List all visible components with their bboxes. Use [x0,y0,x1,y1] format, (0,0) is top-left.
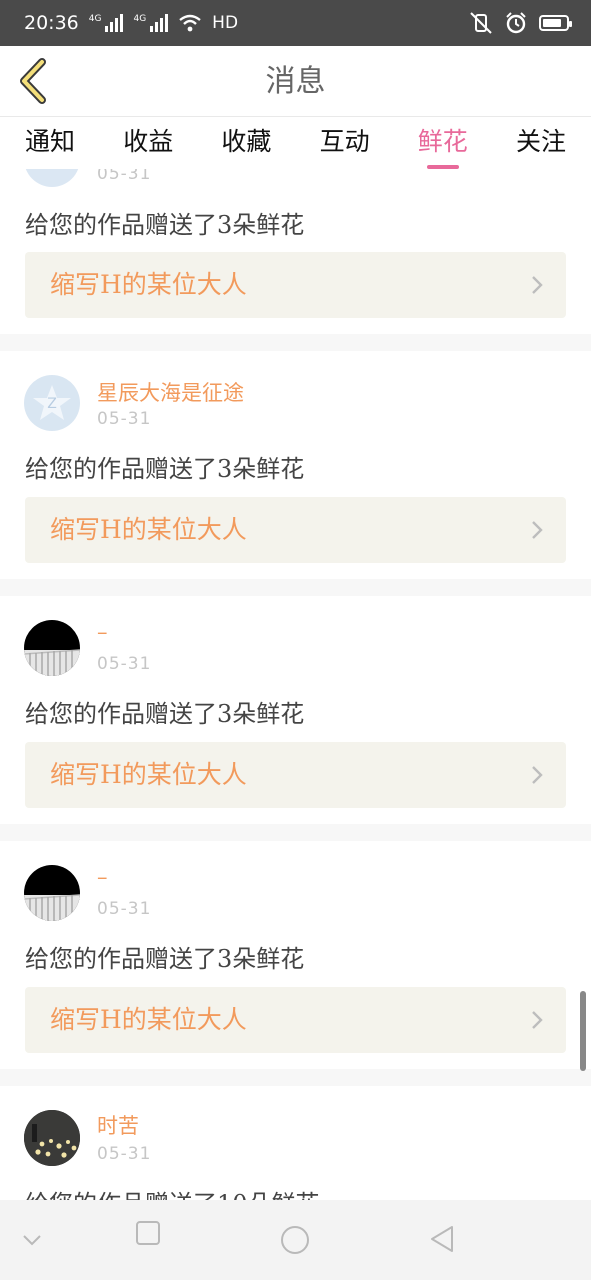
work-link[interactable]: 缩写H的某位大人 [25,987,566,1053]
system-nav-bar [0,1200,591,1280]
hd-badge: HD [212,13,239,33]
message-text: 给您的作品赠送了3朵鲜花 [25,945,305,973]
tab-bar: 通知 收益 收藏 互动 鲜花 关注 [0,117,591,169]
user-avatar-image [24,649,80,676]
avatar[interactable] [24,1110,80,1166]
message-text: 给您的作品赠送了10朵鲜花 [25,1184,320,1200]
sender-name[interactable]: 星辰大海是征途 [97,377,244,407]
message-text: 给您的作品赠送了3朵鲜花 [25,700,305,728]
svg-text:Z: Z [47,396,57,412]
tab-flowers[interactable]: 鲜花 [418,117,468,169]
signal-icon: 4G [89,14,124,32]
message-card: 时苦 05-31 给您的作品赠送了10朵鲜花 [0,1086,591,1200]
message-date: 05-31 [97,654,152,674]
message-feed[interactable]: 05-31 给您的作品赠送了3朵鲜花 缩写H的某位大人 Z 星辰大海是征途 05… [0,169,591,1200]
tab-notifications[interactable]: 通知 [25,117,75,169]
message-date: 05-31 [97,899,152,919]
message-card: – 05-31 给您的作品赠送了3朵鲜花 缩写H的某位大人 [0,596,591,824]
chevron-right-icon [532,766,543,784]
work-title: 缩写H的某位大人 [50,760,247,789]
message-text: 给您的作品赠送了3朵鲜花 [25,211,305,239]
message-card: Z 星辰大海是征途 05-31 给您的作品赠送了3朵鲜花 缩写H的某位大人 [0,351,591,579]
message-text: 给您的作品赠送了3朵鲜花 [25,455,305,483]
message-card: 05-31 给您的作品赠送了3朵鲜花 缩写H的某位大人 [0,169,591,334]
avatar[interactable]: Z [24,375,80,431]
tab-interactions[interactable]: 互动 [320,117,370,169]
mute-vibrate-icon [470,12,492,34]
work-title: 缩写H的某位大人 [50,515,247,544]
tab-earnings[interactable]: 收益 [123,117,173,169]
user-avatar-image [24,1110,80,1166]
alarm-icon [506,12,526,34]
status-time: 20:36 [24,12,79,34]
avatar[interactable] [24,169,80,187]
work-link[interactable]: 缩写H的某位大人 [25,252,566,318]
chevron-right-icon [532,276,543,294]
message-card: – 05-31 给您的作品赠送了3朵鲜花 缩写H的某位大人 [0,841,591,1069]
tab-favorites[interactable]: 收藏 [221,117,271,169]
avatar[interactable] [24,620,80,676]
chevron-right-icon [532,521,543,539]
recents-button[interactable] [135,1220,161,1246]
work-link[interactable]: 缩写H的某位大人 [25,497,566,563]
work-title: 缩写H的某位大人 [50,270,247,299]
work-title: 缩写H的某位大人 [50,1005,247,1034]
message-date: 05-31 [97,409,152,429]
back-nav-button[interactable] [428,1224,456,1254]
chevron-right-icon [532,1011,543,1029]
default-avatar-icon: Z [33,385,71,420]
avatar[interactable] [24,865,80,921]
user-avatar-image [24,894,80,921]
sender-name[interactable]: – [97,865,108,889]
message-date: 05-31 [97,169,152,184]
battery-icon [539,15,572,31]
tab-following[interactable]: 关注 [516,117,566,169]
home-button[interactable] [280,1225,310,1255]
title-bar: 消息 [0,46,591,117]
status-bar: 20:36 4G 4G HD [0,0,591,46]
scrollbar[interactable] [580,991,586,1071]
hide-nav-button[interactable] [21,1230,43,1250]
sender-name[interactable]: 时苦 [97,1110,139,1140]
sender-name[interactable]: – [97,620,108,644]
message-date: 05-31 [97,1144,152,1164]
work-link[interactable]: 缩写H的某位大人 [25,742,566,808]
page-title: 消息 [265,64,326,99]
signal-icon-2: 4G [133,14,169,32]
wifi-icon [179,14,201,32]
